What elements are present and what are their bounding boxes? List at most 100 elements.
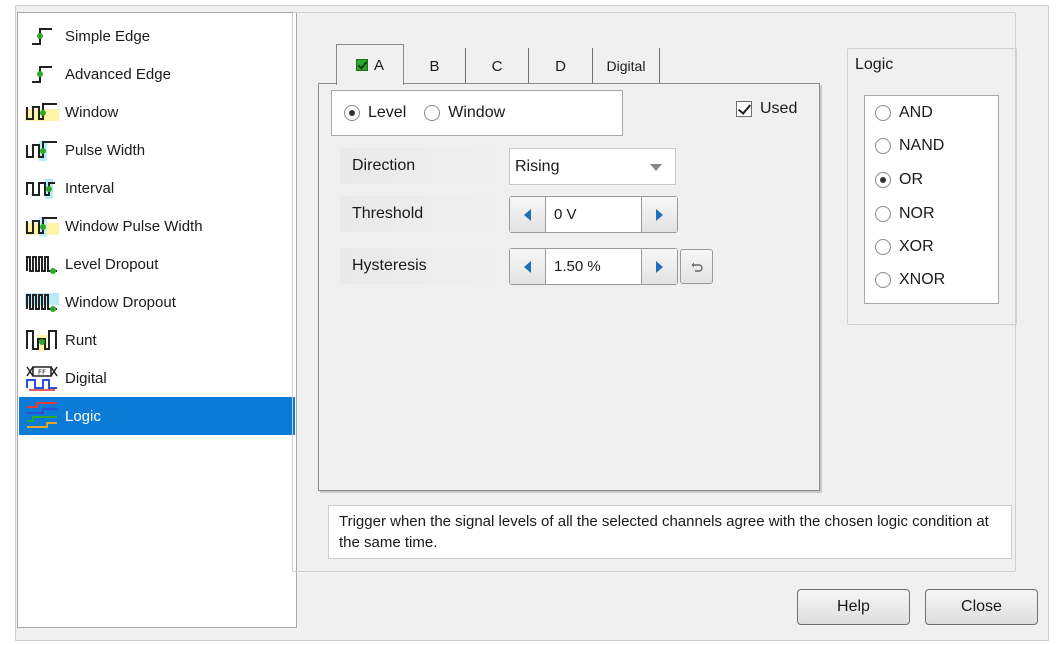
trigger-item-label: Simple Edge [65,27,151,45]
logic-nor-radio[interactable]: NOR [875,205,935,223]
trigger-item-label: Window Dropout [65,293,176,311]
radio-selected-icon [344,105,360,121]
close-button[interactable]: Close [925,589,1038,625]
direction-label: Direction [340,148,506,184]
trigger-item-label: Advanced Edge [65,65,171,83]
pulse-width-icon [19,131,65,169]
logic-option-label: AND [899,104,933,121]
channel-tab-panel [318,83,820,491]
channel-tab-strip: A B C D Digital [318,40,818,85]
trigger-item-interval[interactable]: Interval [19,169,295,207]
logic-option-label: NOR [899,205,935,222]
trigger-item-window[interactable]: Window [19,93,295,131]
runt-icon [19,321,65,359]
logic-nand-radio[interactable]: NAND [875,137,944,155]
advanced-edge-icon [19,55,65,93]
radio-icon [424,105,441,121]
direction-dropdown[interactable]: Rising [509,148,676,185]
tab-a[interactable]: A [336,44,404,85]
logic-option-label: XOR [899,238,934,255]
radio-icon [875,239,891,255]
trigger-item-label: Pulse Width [65,141,146,159]
interval-icon [19,169,65,207]
hysteresis-decrease-button[interactable] [510,249,546,284]
used-label: Used [760,100,798,117]
window-icon [19,93,65,131]
tab-label: D [555,57,566,75]
threshold-increase-button[interactable] [641,197,677,232]
logic-icon [19,397,65,435]
tab-c[interactable]: C [466,48,529,84]
window-pulse-width-icon [19,207,65,245]
mode-window-label: Window [448,104,506,121]
trigger-description: Trigger when the signal levels of all th… [328,505,1012,559]
radio-icon [875,105,891,121]
level-dropout-icon [19,245,65,283]
arrow-left-icon [524,208,531,221]
trigger-item-simple-edge[interactable]: Simple Edge [19,17,295,55]
hysteresis-label: Hysteresis [340,248,506,284]
threshold-label: Threshold [340,196,506,232]
digital-icon: FF [19,359,65,397]
hysteresis-reset-button[interactable] [680,249,713,284]
trigger-type-list[interactable]: Simple Edge Advanced Edge Window Pulse W… [17,12,297,628]
trigger-item-label: Window [65,103,119,121]
tab-label: Digital [606,58,646,74]
hysteresis-spinner[interactable]: 1.50 % [509,248,678,285]
used-checkbox[interactable]: Used [736,100,797,118]
hysteresis-value[interactable]: 1.50 % [546,249,641,284]
threshold-value[interactable]: 0 V [546,197,641,232]
tab-label: C [491,57,503,75]
radio-selected-icon [875,172,891,188]
window-dropout-icon [19,283,65,321]
radio-icon [875,272,891,288]
trigger-item-advanced-edge[interactable]: Advanced Edge [19,55,295,93]
chevron-down-icon [650,164,662,171]
mode-level-label: Level [368,104,407,121]
trigger-item-label: Level Dropout [65,255,159,273]
trigger-item-digital[interactable]: FF Digital [19,359,295,397]
logic-option-label: OR [899,171,923,188]
trigger-item-label: Interval [65,179,115,197]
radio-icon [875,138,891,154]
trigger-item-logic[interactable]: Logic [19,397,295,435]
hysteresis-increase-button[interactable] [641,249,677,284]
tab-digital[interactable]: Digital [593,48,660,84]
mode-level-radio[interactable]: Level [344,104,406,122]
logic-title: Logic [855,56,894,73]
tab-d[interactable]: D [529,48,593,84]
logic-xor-radio[interactable]: XOR [875,238,934,256]
logic-or-radio[interactable]: OR [875,171,923,189]
trigger-item-window-dropout[interactable]: Window Dropout [19,283,295,321]
help-button[interactable]: Help [797,589,910,625]
undo-icon [691,262,703,272]
trigger-item-label: Digital [65,369,107,387]
trigger-item-window-pulse-width[interactable]: Window Pulse Width [19,207,295,245]
radio-icon [875,206,891,222]
arrow-left-icon [524,260,531,273]
mode-radio-group: Level Window [331,90,623,136]
logic-and-radio[interactable]: AND [875,104,933,122]
trigger-item-pulse-width[interactable]: Pulse Width [19,131,295,169]
tab-label: A [373,56,384,74]
arrow-right-icon [656,208,663,221]
trigger-item-runt[interactable]: Runt [19,321,295,359]
logic-option-label: NAND [899,137,945,154]
checkbox-checked-icon [736,101,752,117]
threshold-spinner[interactable]: 0 V [509,196,678,233]
trigger-item-level-dropout[interactable]: Level Dropout [19,245,295,283]
svg-text:FF: FF [38,369,46,377]
threshold-decrease-button[interactable] [510,197,546,232]
arrow-right-icon [656,260,663,273]
trigger-item-label: Window Pulse Width [65,217,203,235]
mode-window-radio[interactable]: Window [424,104,505,122]
trigger-item-label: Runt [65,331,97,349]
tab-label: B [429,57,440,75]
trigger-item-label: Logic [65,407,101,425]
tab-b[interactable]: B [404,48,466,84]
direction-value: Rising [515,157,560,175]
simple-edge-icon [19,17,65,55]
tab-enabled-check-icon [355,59,368,71]
logic-xnor-radio[interactable]: XNOR [875,271,945,289]
logic-option-label: XNOR [899,271,946,288]
